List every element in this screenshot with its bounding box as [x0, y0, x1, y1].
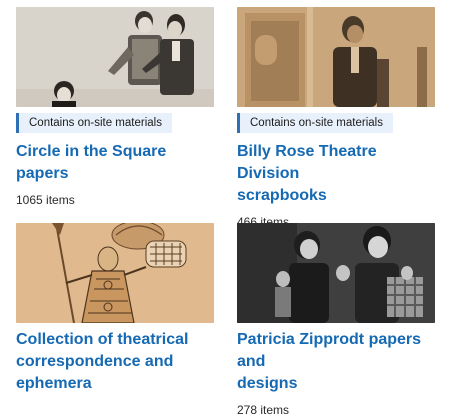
title-line: scrapbooks: [237, 187, 327, 204]
collection-card[interactable]: Contains on-site materials Circle in the…: [16, 7, 214, 207]
title-line: ephemera: [16, 375, 92, 392]
collection-title-link[interactable]: Patricia Zipprodt papers and designs: [237, 329, 435, 395]
title-line: correspondence and: [16, 353, 174, 370]
collection-thumbnail[interactable]: [237, 7, 435, 107]
title-line: Circle in the Square papers: [16, 143, 167, 182]
title-line: Billy Rose Theatre Division: [237, 143, 377, 182]
collection-title-link[interactable]: Collection of theatrical correspondence …: [16, 329, 214, 395]
collection-thumbnail[interactable]: [237, 223, 435, 323]
title-line: Patricia Zipprodt papers and: [237, 331, 422, 370]
collection-card[interactable]: Collection of theatrical correspondence …: [16, 223, 214, 395]
collection-title-link[interactable]: Circle in the Square papers: [16, 141, 214, 185]
collection-thumbnail[interactable]: [16, 223, 214, 323]
collection-title-link[interactable]: Billy Rose Theatre Division scrapbooks: [237, 141, 435, 207]
collection-card[interactable]: Patricia Zipprodt papers and designs 278…: [237, 223, 435, 417]
photo-image: [237, 223, 435, 323]
collection-thumbnail[interactable]: [16, 7, 214, 107]
photo-image: [237, 7, 435, 107]
status-badge: Contains on-site materials: [237, 113, 393, 133]
title-line: designs: [237, 375, 298, 392]
photo-image: [16, 7, 214, 107]
item-count: 278 items: [237, 403, 290, 417]
item-count: 1065 items: [16, 193, 75, 207]
status-badge: Contains on-site materials: [16, 113, 172, 133]
collection-card[interactable]: Contains on-site materials Billy Rose Th…: [237, 7, 435, 229]
drawing-image: [16, 223, 214, 323]
title-line: Collection of theatrical: [16, 331, 189, 348]
